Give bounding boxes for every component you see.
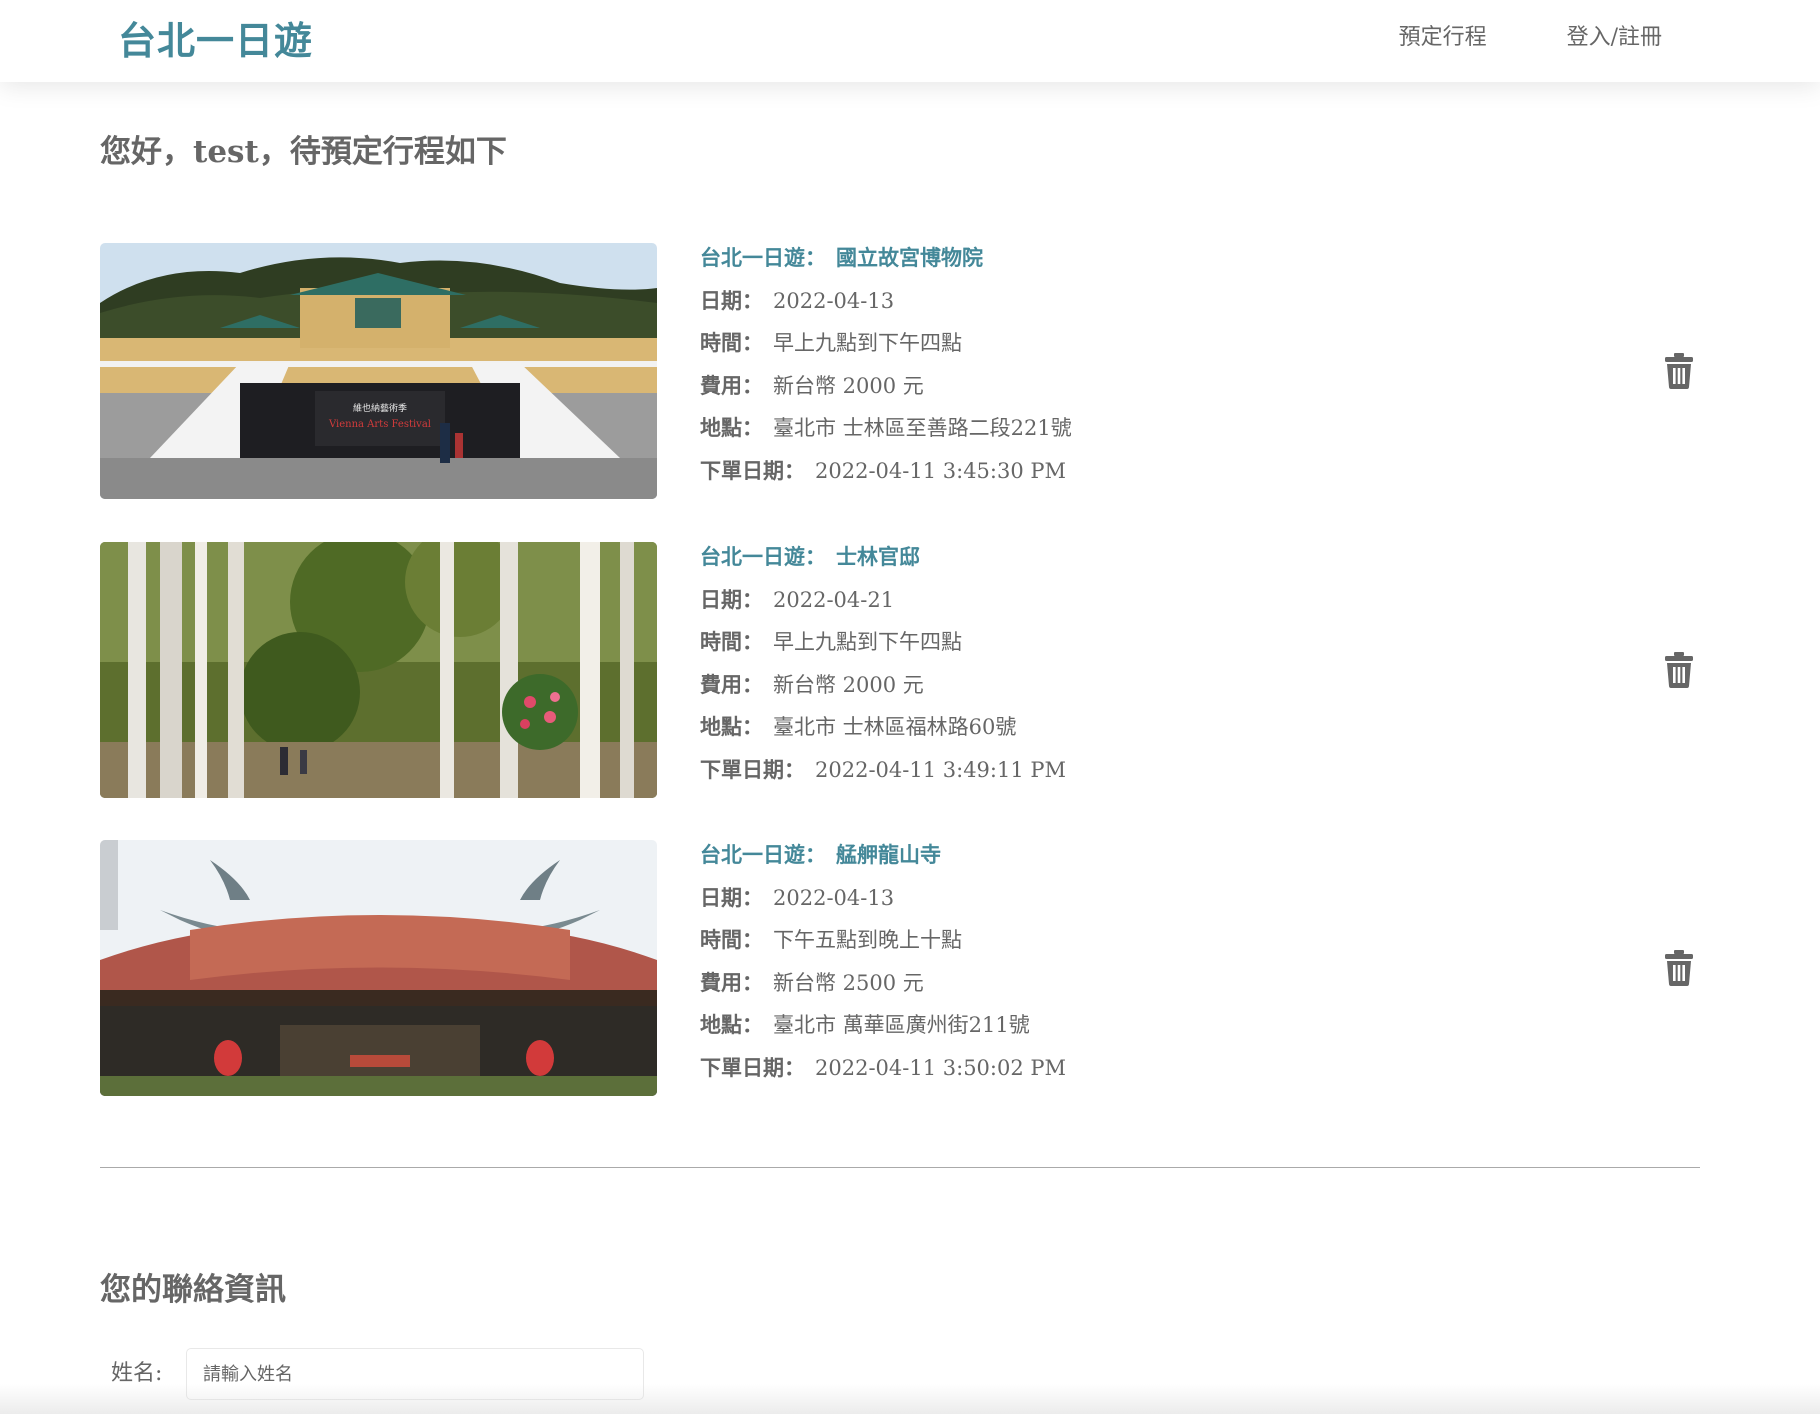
time-value: 早上九點到下午四點	[773, 331, 962, 356]
address-value: 臺北市 萬華區廣州街211號	[773, 1013, 1030, 1038]
price-value: 新台幣 2000 元	[773, 672, 924, 697]
date-value: 2022-04-21	[773, 587, 895, 612]
order-date-value: 2022-04-11 3:45:30 PM	[815, 458, 1067, 483]
booking-item: 維也納藝術季 Vienna Arts Festival 台北一日遊： 國立故宮博物…	[100, 243, 1700, 499]
price-label: 費用：	[700, 969, 763, 995]
booking-time: 時間： 早上九點到下午四點	[700, 629, 1066, 655]
booking-time: 時間： 早上九點到下午四點	[700, 330, 1072, 356]
booking-title: 台北一日遊： 艋舺龍山寺	[700, 842, 1066, 868]
greeting-suffix: ，待預定行程如下	[258, 134, 507, 170]
time-label: 時間：	[700, 629, 763, 655]
attraction-name: 國立故宮博物院	[836, 245, 983, 270]
date-label: 日期：	[700, 884, 763, 910]
attraction-name: 士林官邸	[836, 544, 920, 569]
price-label: 費用：	[700, 372, 763, 398]
booking-item: 台北一日遊： 士林官邸 日期： 2022-04-21 時間： 早上九點到下午四點 費用…	[100, 542, 1700, 798]
booking-title: 台北一日遊： 士林官邸	[700, 544, 1066, 570]
booking-address: 地點： 臺北市 萬華區廣州街211號	[700, 1012, 1066, 1038]
booking-time: 時間： 下午五點到晚上十點	[700, 927, 1066, 953]
booking-title: 台北一日遊： 國立故宮博物院	[700, 245, 1072, 271]
time-label: 時間：	[700, 927, 763, 953]
booking-item: 台北一日遊： 艋舺龍山寺 日期： 2022-04-13 時間： 下午五點到晚上十點 費…	[100, 840, 1700, 1096]
contact-section-title: 您的聯絡資訊	[100, 1272, 286, 1308]
booking-price: 費用： 新台幣 2500 元	[700, 970, 1066, 996]
svg-text:維也納藝術季: 維也納藝術季	[353, 402, 407, 414]
booking-date: 日期： 2022-04-13	[700, 288, 1072, 314]
booking-price: 費用： 新台幣 2000 元	[700, 672, 1066, 698]
trash-icon[interactable]	[1664, 652, 1694, 688]
name-input[interactable]	[186, 1348, 644, 1400]
order-date-label: 下單日期：	[700, 756, 805, 782]
booking-date: 日期： 2022-04-21	[700, 587, 1066, 613]
address-label: 地點：	[700, 415, 763, 441]
trash-icon[interactable]	[1664, 950, 1694, 986]
address-value: 臺北市 士林區福林路60號	[773, 715, 1017, 740]
booking-order-date: 下單日期： 2022-04-11 3:49:11 PM	[700, 757, 1066, 783]
greeting-heading: 您好，test，待預定行程如下	[100, 130, 507, 174]
date-label: 日期：	[700, 287, 763, 313]
order-date-label: 下單日期：	[700, 457, 805, 483]
booking-details: 台北一日遊： 艋舺龍山寺 日期： 2022-04-13 時間： 下午五點到晚上十點 費…	[700, 842, 1066, 1098]
nav-link-booking[interactable]: 預定行程	[1399, 22, 1487, 54]
trash-icon[interactable]	[1664, 353, 1694, 389]
price-value: 新台幣 2500 元	[773, 970, 924, 995]
brand-logo[interactable]: 台北一日遊	[118, 14, 313, 68]
greeting-prefix: 您好，	[100, 134, 193, 170]
title-prefix: 台北一日遊：	[700, 245, 826, 270]
time-value: 下午五點到晚上十點	[773, 928, 962, 953]
nav-link-login-register[interactable]: 登入/註冊	[1567, 22, 1662, 54]
date-value: 2022-04-13	[773, 288, 895, 313]
booking-details: 台北一日遊： 國立故宮博物院 日期： 2022-04-13 時間： 早上九點到下午四點…	[700, 245, 1072, 501]
order-date-value: 2022-04-11 3:49:11 PM	[815, 757, 1067, 782]
date-value: 2022-04-13	[773, 885, 895, 910]
date-label: 日期：	[700, 586, 763, 612]
name-label: 姓名:	[111, 1361, 163, 1386]
order-date-value: 2022-04-11 3:50:02 PM	[815, 1055, 1067, 1080]
attraction-name: 艋舺龍山寺	[836, 842, 941, 867]
temple-photo	[100, 840, 657, 1096]
title-prefix: 台北一日遊：	[700, 842, 826, 867]
svg-text:Vienna Arts Festival: Vienna Arts Festival	[328, 419, 431, 430]
order-date-label: 下單日期：	[700, 1054, 805, 1080]
booking-address: 地點： 臺北市 士林區至善路二段221號	[700, 415, 1072, 441]
section-divider	[100, 1167, 1700, 1168]
palm-garden-photo	[100, 542, 657, 798]
time-label: 時間：	[700, 330, 763, 356]
booking-order-date: 下單日期： 2022-04-11 3:45:30 PM	[700, 458, 1072, 484]
greeting-username: test	[193, 134, 259, 170]
booking-date: 日期： 2022-04-13	[700, 885, 1066, 911]
address-label: 地點：	[700, 714, 763, 740]
price-label: 費用：	[700, 671, 763, 697]
booking-price: 費用： 新台幣 2000 元	[700, 373, 1072, 399]
museum-photo: 維也納藝術季 Vienna Arts Festival	[100, 243, 657, 499]
time-value: 早上九點到下午四點	[773, 630, 962, 655]
navbar: 台北一日遊 預定行程 登入/註冊	[0, 0, 1820, 82]
address-value: 臺北市 士林區至善路二段221號	[773, 416, 1072, 441]
booking-address: 地點： 臺北市 士林區福林路60號	[700, 714, 1066, 740]
booking-details: 台北一日遊： 士林官邸 日期： 2022-04-21 時間： 早上九點到下午四點 費用…	[700, 544, 1066, 800]
price-value: 新台幣 2000 元	[773, 373, 924, 398]
address-label: 地點：	[700, 1012, 763, 1038]
title-prefix: 台北一日遊：	[700, 544, 826, 569]
nav-links: 預定行程 登入/註冊	[1399, 22, 1662, 54]
booking-order-date: 下單日期： 2022-04-11 3:50:02 PM	[700, 1055, 1066, 1081]
